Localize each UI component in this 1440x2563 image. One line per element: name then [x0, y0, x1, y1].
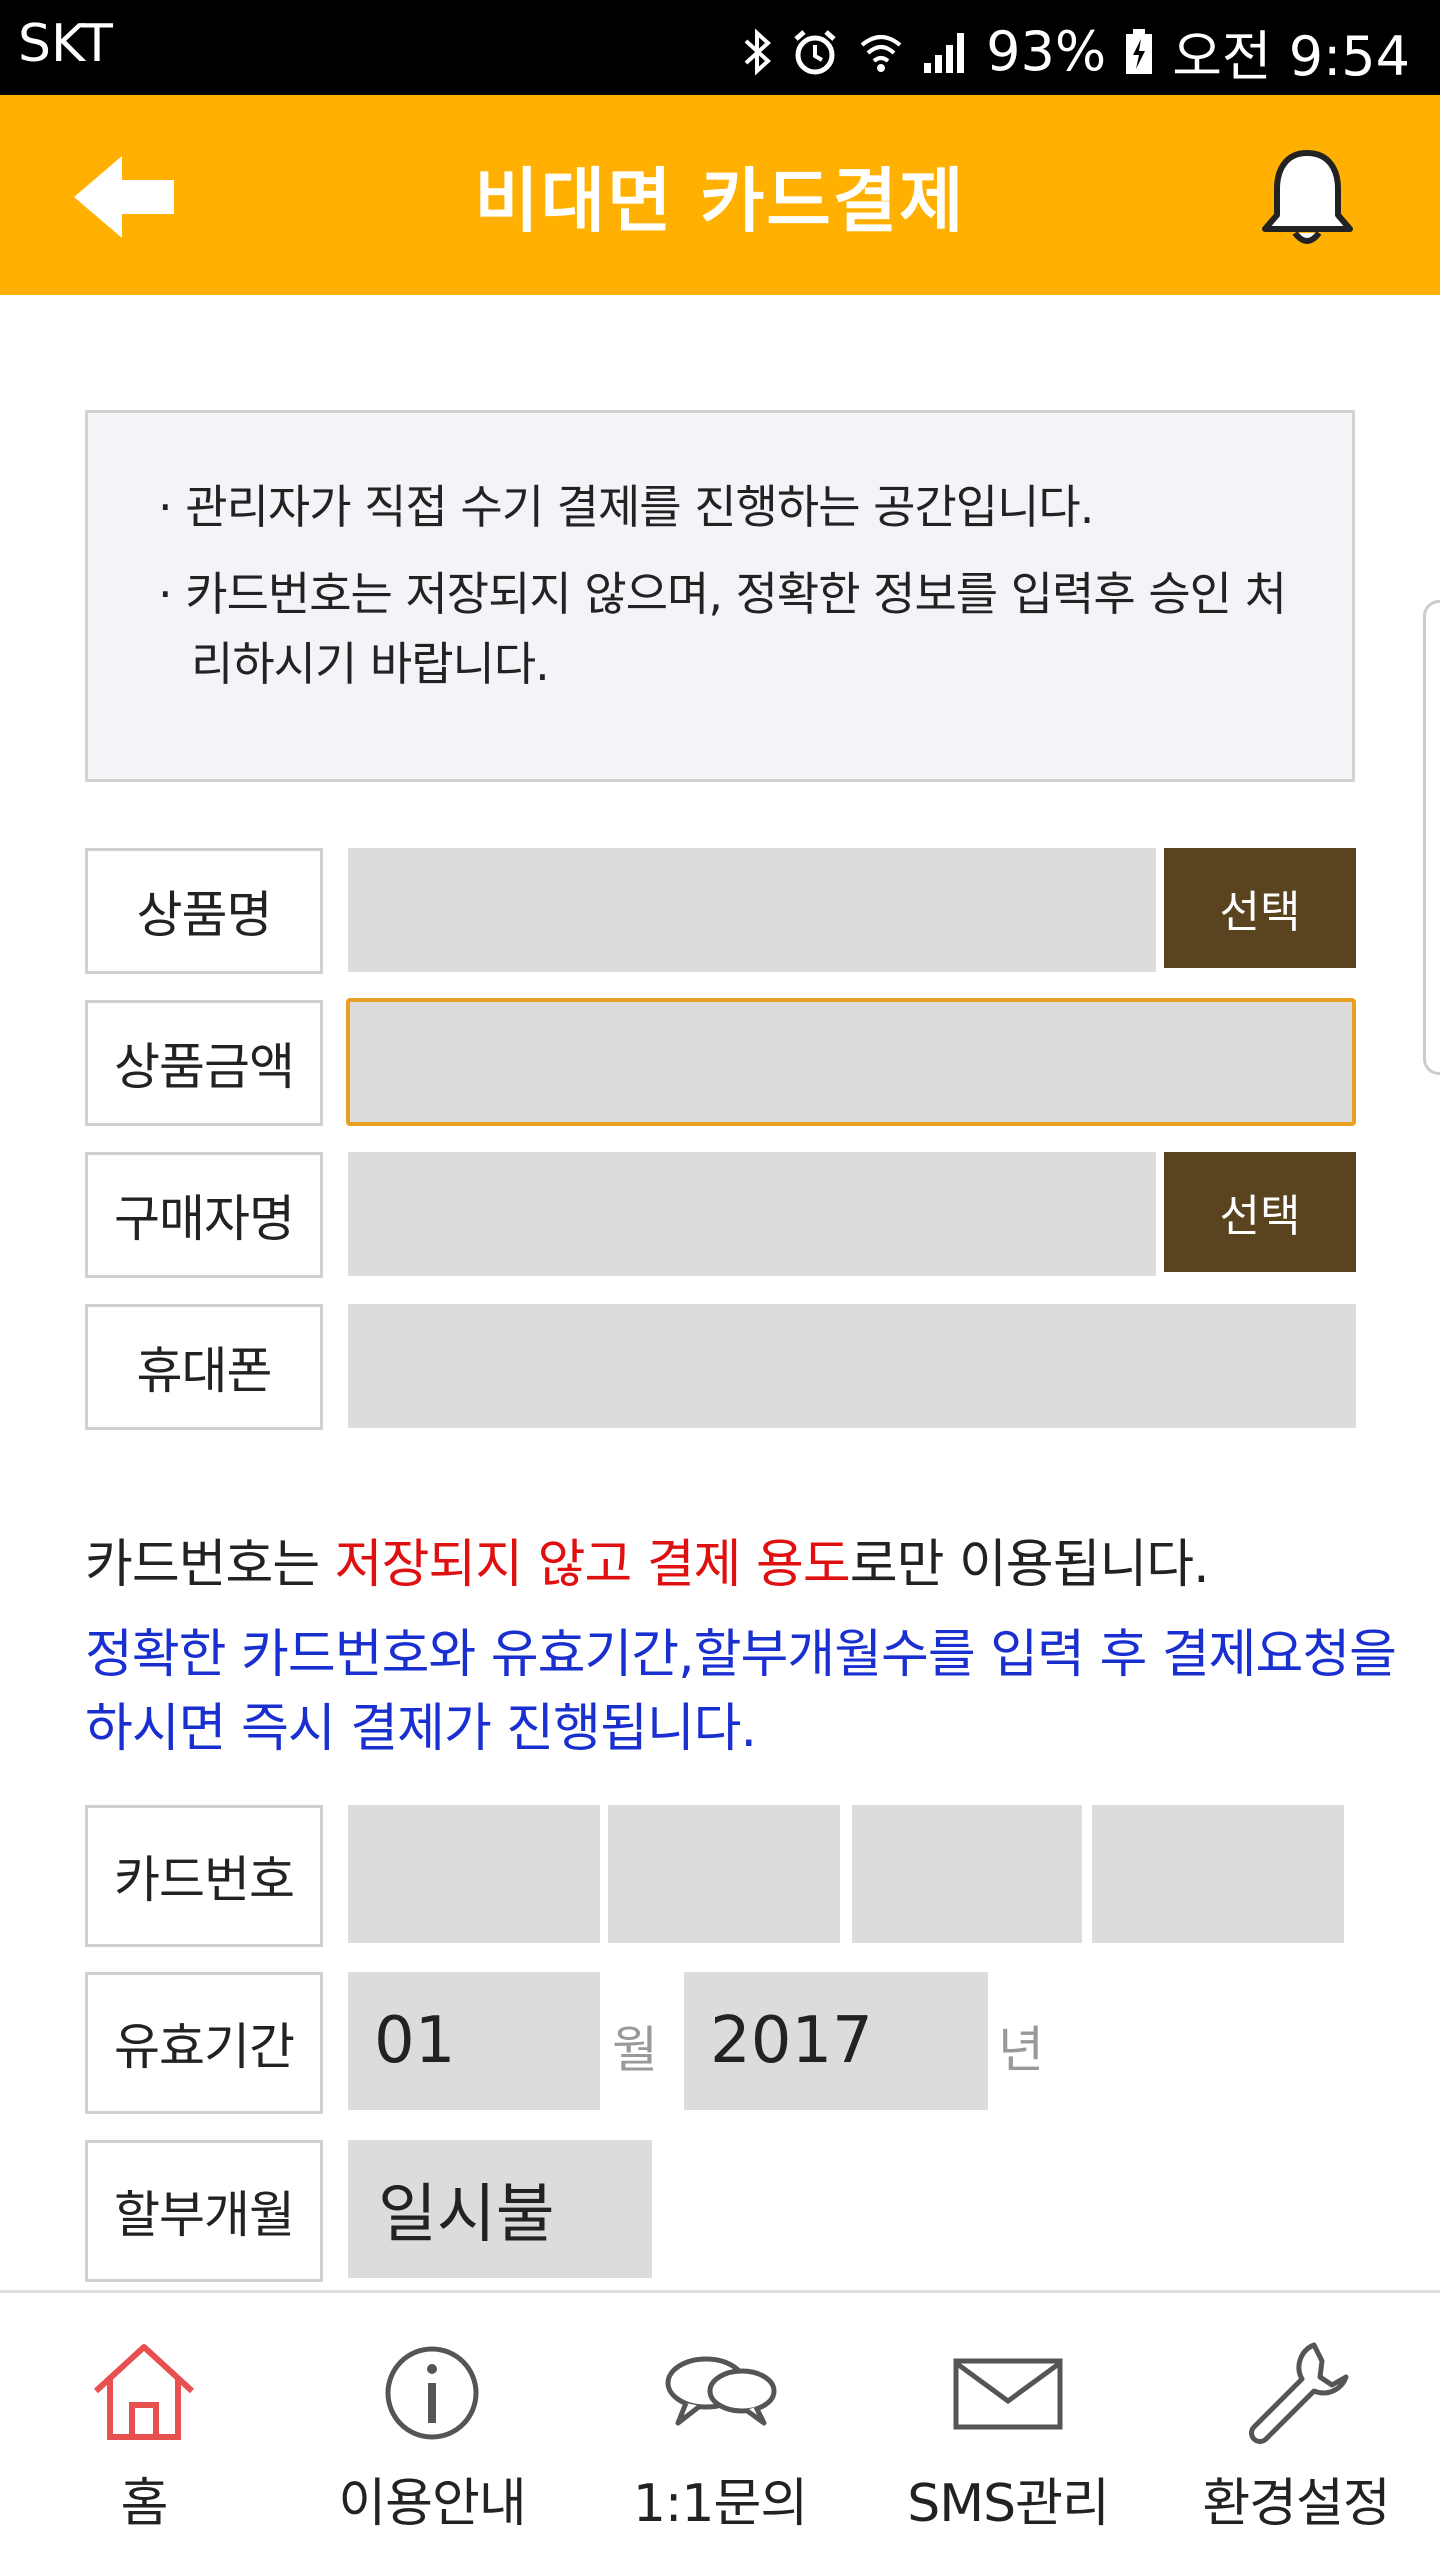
card-info-line-2: 정확한 카드번호와 유효기간,할부개월수를 입력 후 결제요청을 — [85, 1625, 1397, 1685]
installment-select[interactable]: 일시불 — [348, 2140, 652, 2278]
card-info-prefix: 카드번호는 — [85, 1535, 335, 1595]
carrier-label: SKT — [18, 14, 113, 74]
card-number-part-2[interactable] — [608, 1805, 840, 1943]
wrench-icon — [1249, 2342, 1349, 2444]
product-price-input[interactable] — [346, 998, 1356, 1126]
month-unit: 월 — [612, 2021, 658, 2079]
card-info-highlight: 저장되지 않고 결제 용도 — [334, 1535, 851, 1595]
card-info-line-1: 카드번호는 저장되지 않고 결제 용도로만 이용됩니다. — [85, 1522, 1210, 1597]
nav-sms[interactable]: SMS관리 — [864, 2293, 1152, 2563]
buyer-name-label: 구매자명 — [85, 1152, 323, 1278]
battery-percent: 93% — [986, 20, 1107, 83]
nav-settings-label: 환경설정 — [1202, 2474, 1390, 2534]
nav-info[interactable]: 이용안내 — [288, 2293, 576, 2563]
phone-label: 휴대폰 — [85, 1304, 323, 1430]
product-price-label: 상품금액 — [85, 1000, 323, 1126]
notification-button[interactable] — [1255, 145, 1360, 255]
home-icon — [93, 2344, 195, 2440]
nav-home[interactable]: 홈 — [0, 2293, 288, 2563]
card-number-label: 카드번호 — [85, 1805, 323, 1947]
product-select-button[interactable]: 선택 — [1164, 848, 1356, 968]
card-number-part-3[interactable] — [852, 1805, 1082, 1943]
nav-sms-label: SMS관리 — [907, 2474, 1110, 2534]
notice-line-2: · 카드번호는 저장되지 않으며, 정확한 정보를 입력후 승인 처 — [158, 567, 1287, 621]
notice-box: · 관리자가 직접 수기 결제를 진행하는 공간입니다. · 카드번호는 저장되… — [85, 410, 1355, 782]
edge-panel-handle[interactable] — [1423, 600, 1440, 1075]
card-number-part-1[interactable] — [348, 1805, 600, 1943]
status-bar: SKT 93% 오전 9:54 — [0, 0, 1440, 95]
nav-inquiry-label: 1:1문의 — [632, 2474, 808, 2534]
notice-line-3: 리하시기 바랍니다. — [191, 637, 550, 691]
clock: 오전 9:54 — [1172, 25, 1410, 88]
back-button[interactable] — [70, 150, 180, 245]
card-info-suffix: 로만 이용됩니다. — [849, 1535, 1210, 1595]
card-number-part-4[interactable] — [1092, 1805, 1344, 1943]
arrow-left-icon — [74, 156, 174, 238]
buyer-name-input[interactable] — [348, 1152, 1156, 1276]
mail-icon — [953, 2358, 1063, 2430]
page-title: 비대면 카드결제 — [474, 159, 966, 242]
buyer-select-button[interactable]: 선택 — [1164, 1152, 1356, 1272]
wifi-icon — [858, 27, 904, 77]
bell-icon — [1262, 150, 1353, 244]
installment-label: 할부개월 — [85, 2140, 323, 2282]
status-icons: 93% 오전 9:54 — [742, 12, 1410, 91]
app-header: 비대면 카드결제 — [0, 95, 1440, 295]
expiry-year-select[interactable]: 2017 — [684, 1972, 988, 2110]
notice-line-1: · 관리자가 직접 수기 결제를 진행하는 공간입니다. — [158, 480, 1094, 534]
card-info-line-3: 하시면 즉시 결제가 진행됩니다. — [85, 1699, 757, 1759]
signal-icon — [922, 27, 968, 77]
nav-home-label: 홈 — [120, 2474, 169, 2534]
info-icon — [385, 2346, 479, 2440]
product-name-input[interactable] — [348, 848, 1156, 972]
expiry-month-select[interactable]: 01 — [348, 1972, 600, 2110]
battery-icon — [1124, 27, 1154, 77]
phone-input[interactable] — [348, 1304, 1356, 1428]
chat-icon — [665, 2356, 777, 2426]
bluetooth-icon — [742, 27, 772, 77]
bottom-navigation: 홈 이용안내 1:1문의 SMS관리 환경설정 — [0, 2290, 1440, 2560]
nav-inquiry[interactable]: 1:1문의 — [576, 2293, 864, 2563]
nav-settings[interactable]: 환경설정 — [1152, 2293, 1440, 2563]
expiry-label: 유효기간 — [85, 1972, 323, 2114]
nav-info-label: 이용안내 — [338, 2474, 526, 2534]
alarm-icon — [790, 27, 840, 77]
product-name-label: 상품명 — [85, 848, 323, 974]
year-unit: 년 — [998, 2021, 1044, 2079]
